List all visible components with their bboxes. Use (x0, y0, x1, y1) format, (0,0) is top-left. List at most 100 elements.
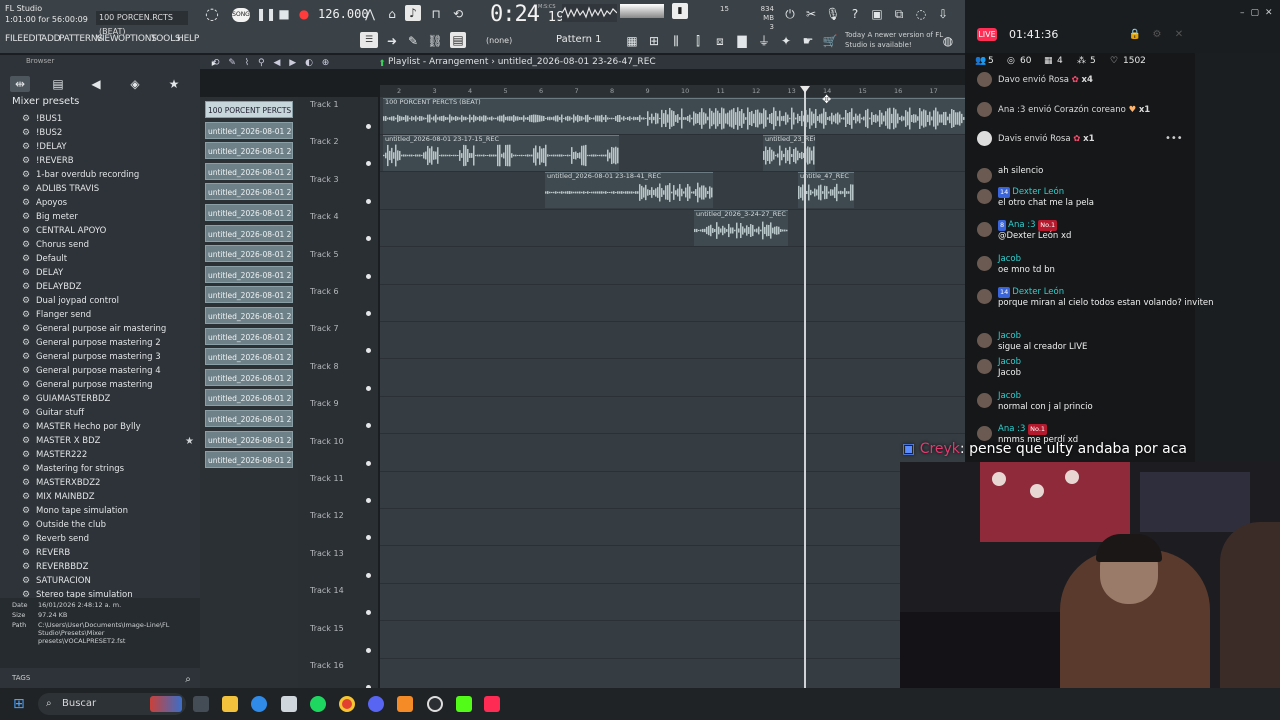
edge-icon[interactable] (251, 696, 267, 712)
preset-item[interactable]: ⚙ Mono tape simulation (22, 504, 128, 518)
browser-all-icon[interactable]: ⇹ (10, 76, 30, 92)
fl-studio-icon[interactable] (397, 696, 413, 712)
track-mute-dot[interactable] (366, 385, 371, 391)
kick-icon[interactable] (456, 696, 472, 712)
tempo-icon[interactable]: ✦ (778, 33, 794, 49)
preset-item[interactable]: ⚙ CENTRAL APOYO (22, 224, 106, 238)
clip-source-item[interactable]: untitled_2026-08-01 23-.. (205, 224, 293, 242)
preset-item[interactable]: ⚙ Dual joypad control (22, 294, 119, 308)
chat-username[interactable]: Ana :3 (998, 424, 1025, 434)
preset-item[interactable]: ⚙ REVERBBDZ (22, 560, 88, 574)
preset-item[interactable]: ⚙ GUIAMASTERBDZ (22, 392, 110, 406)
discord-icon[interactable] (368, 696, 384, 712)
close-icon[interactable]: ✕ (1171, 27, 1187, 43)
more-options-icon[interactable]: ••• (1165, 133, 1183, 144)
refresh-icon[interactable]: ⏻ (782, 6, 798, 22)
spotify-icon[interactable] (310, 696, 326, 712)
window-controls[interactable]: –▢✕ (1240, 8, 1279, 18)
preset-item[interactable]: ⚙ !BUS2 (22, 126, 62, 140)
step-edit-icon[interactable]: ⊓ (428, 6, 444, 22)
playhead[interactable] (804, 88, 806, 688)
browser-current-project-icon[interactable]: ▤ (50, 76, 66, 92)
track-label[interactable]: Track 4 (310, 212, 339, 221)
master-pitch-icon[interactable]: ▮ (672, 3, 688, 19)
browser-db-icon[interactable]: ◈ (127, 76, 143, 92)
avatar[interactable] (977, 256, 992, 271)
chat-username[interactable]: Ana :3 (1008, 220, 1035, 230)
audio-clip-rec-3[interactable]: untitled_2026-08-01 23-18-41_REC (545, 172, 713, 208)
audio-clip-rec-1[interactable]: untitled_2026-08-01 23-17-15_REC (383, 135, 619, 171)
store-icon[interactable] (281, 696, 297, 712)
preset-item[interactable]: ⚙ MIX MAINBDZ (22, 490, 95, 504)
audio-clip-beat[interactable]: 100 PORCENT PERCTS (BEAT) (383, 98, 965, 134)
piano-roll-icon[interactable]: ▦ (624, 33, 640, 49)
clip-source-item[interactable]: untitled_2026-08-01 23-.. (205, 245, 293, 263)
browser-favorites-icon[interactable]: ★ (166, 76, 182, 92)
track-mute-dot[interactable] (366, 460, 371, 466)
plug-icon[interactable]: ⏚ (756, 33, 772, 49)
preset-item[interactable]: ⚙ !BUS1 (22, 112, 62, 126)
preset-item[interactable]: ⚙ General purpose mastering (22, 378, 153, 392)
browser-plugin-icon[interactable]: ◀ (88, 76, 104, 92)
preset-item[interactable]: ⚙ Big meter (22, 210, 78, 224)
track-label[interactable]: Track 16 (310, 661, 344, 670)
preset-item[interactable]: ⚙ Mastering for strings (22, 462, 124, 476)
typing-keyboard-icon[interactable]: ▤ (450, 32, 466, 48)
wait-input-icon[interactable]: ⌂ (384, 6, 400, 22)
folder-mixer-presets[interactable]: Mixer presets (12, 96, 79, 107)
clip-source-item[interactable]: untitled_2026-08-01 23-.. (205, 307, 293, 324)
menu-tools[interactable]: TOOLS (151, 34, 181, 44)
preset-item[interactable]: ⚙ DELAYBDZ (22, 280, 81, 294)
chrome-icon[interactable] (339, 696, 355, 712)
preset-item[interactable]: ⚙ REVERB (22, 546, 70, 560)
record-mode-icon[interactable]: ◌ (204, 6, 220, 22)
track-label[interactable]: Track 8 (310, 362, 339, 371)
chat-username[interactable]: Jacob (998, 331, 1021, 341)
track-label[interactable]: Track 11 (310, 474, 344, 483)
link-icon[interactable]: ⛓ (427, 33, 443, 49)
track-mute-dot[interactable] (366, 311, 371, 316)
pencil-icon[interactable]: ✎ (405, 33, 421, 49)
preset-item[interactable]: ⚙ Reverb send (22, 532, 89, 546)
file-explorer-icon[interactable] (222, 696, 238, 712)
clip-source-item[interactable]: untitled_2026-08-01 23-.. (205, 162, 293, 180)
avatar[interactable] (977, 333, 992, 348)
song-position[interactable]: 0:24 (490, 2, 540, 27)
clip-source-item[interactable]: untitled_2026-08-01 23-.. (205, 265, 293, 283)
avatar[interactable] (977, 359, 992, 374)
playlist-tools[interactable]: ⟲ ✎ ⌇ ⚲ ◀ ▶ ◐ ⊕ (212, 58, 372, 68)
clip-source-item[interactable]: untitled_2026-08-01 23-.. (205, 204, 293, 221)
track-label[interactable]: Track 2 (310, 137, 339, 146)
clip-source-item[interactable]: untitled_2026-08-01 23-.. (205, 286, 293, 304)
menu-view[interactable]: VIEW (96, 34, 119, 44)
globe-icon[interactable]: ◍ (940, 33, 956, 49)
preset-item[interactable]: ⚙ General purpose mastering 2 (22, 336, 161, 350)
chat-username[interactable]: Jacob (998, 391, 1021, 401)
preset-item[interactable]: ⚙ SATURACION (22, 574, 91, 588)
shop-icon[interactable]: 🛒 (822, 33, 838, 49)
touch-icon[interactable]: ☛ (800, 33, 816, 49)
clip-source-item[interactable]: untitled_2026-08-01 23-.. (205, 121, 293, 139)
song-name-field[interactable]: 100 PORCEN.RCTS (BEAT) (96, 11, 188, 36)
track-label[interactable]: Track 1 (310, 100, 339, 109)
preset-item[interactable]: ⚙ ADLIBS TRAVIS (22, 182, 99, 196)
preset-item[interactable]: ⚙ !DELAY (22, 140, 67, 154)
clip-source-item[interactable]: untitled_2026-08-01 23-.. (205, 142, 293, 160)
preset-item[interactable]: ⚙ DELAY (22, 266, 63, 280)
song-mode-toggle[interactable]: SONG (232, 8, 250, 22)
track-label[interactable]: Track 3 (310, 175, 339, 184)
clip-source-item[interactable]: untitled_2026-08-01 23-.. (205, 327, 293, 345)
avatar[interactable] (977, 222, 992, 237)
track-mute-dot[interactable] (366, 273, 371, 279)
search-icon[interactable]: ⌕ (180, 672, 196, 688)
pause-icon[interactable]: ❚❚ (256, 6, 276, 22)
chat-username[interactable]: Jacob (998, 357, 1021, 367)
preset-item[interactable]: ⚙ Outside the club (22, 518, 106, 532)
preset-item[interactable]: ⚙ General purpose mastering 4 (22, 364, 161, 378)
channel-rack-icon[interactable]: ⊞ (646, 33, 662, 49)
windows-start-icon[interactable]: ⊞ (13, 696, 29, 712)
track-label[interactable]: Track 12 (310, 511, 344, 520)
track-mute-dot[interactable] (366, 124, 371, 129)
preset-item[interactable]: ⚙ Flanger send (22, 308, 91, 322)
microphone-icon[interactable]: 🎙 (825, 6, 841, 22)
